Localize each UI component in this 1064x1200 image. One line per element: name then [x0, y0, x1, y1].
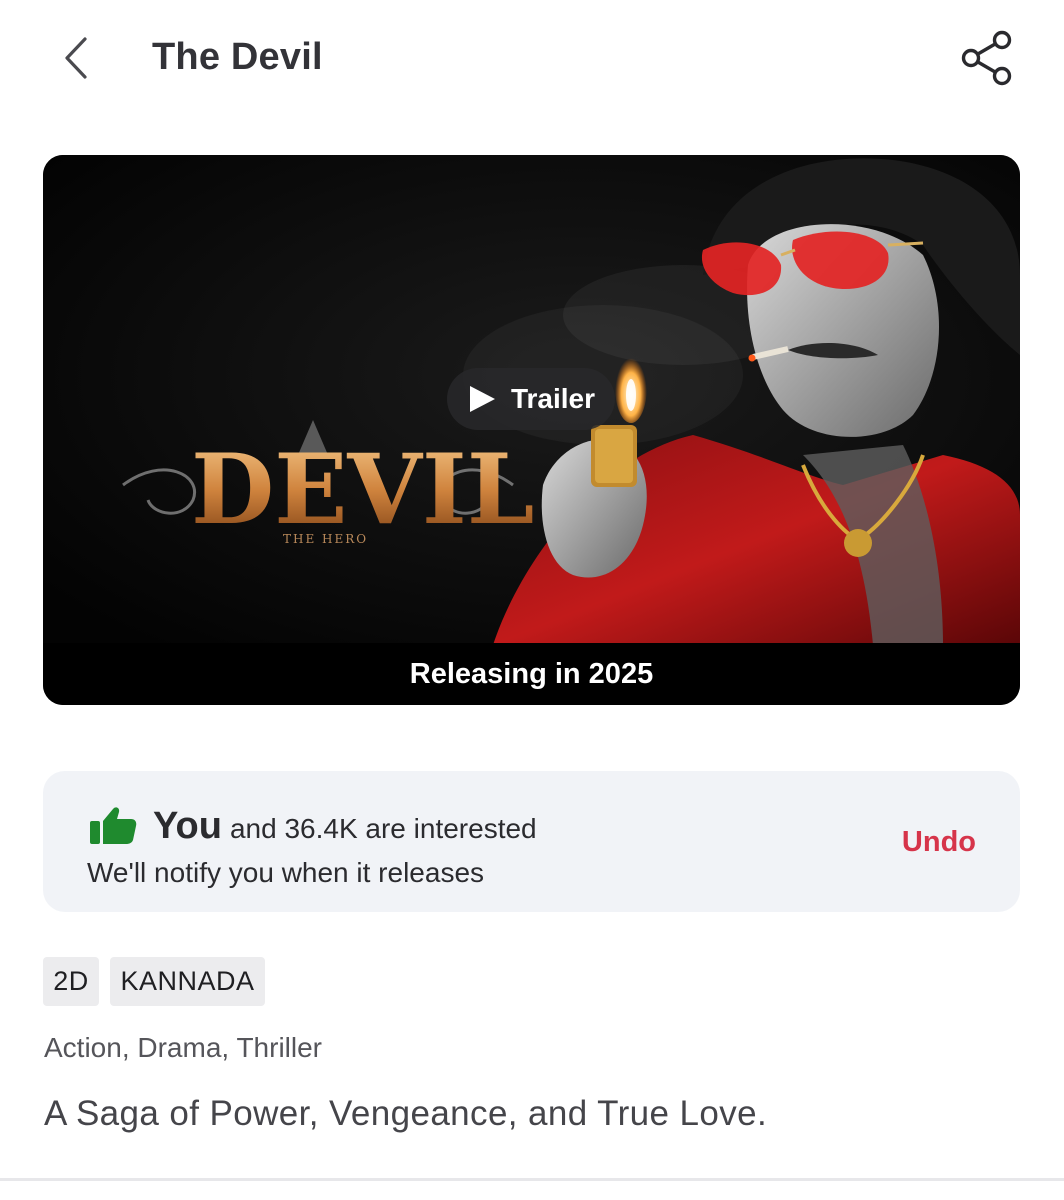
you-label: You	[153, 805, 222, 847]
poster-logo-subtitle: THE HERO	[283, 532, 368, 546]
movie-detail-screen: The Devil DEVIL THE HERO Trailer Releasi…	[0, 0, 1064, 1200]
movie-tagline: A Saga of Power, Vengeance, and True Lov…	[44, 1094, 768, 1133]
release-banner: Releasing in 2025	[43, 643, 1020, 705]
share-icon	[961, 30, 1012, 86]
share-button[interactable]	[956, 26, 1018, 90]
format-tag: 2D	[43, 957, 99, 1006]
top-bar: The Devil	[0, 0, 1064, 118]
trailer-button[interactable]: Trailer	[447, 368, 615, 430]
release-text: Releasing in 2025	[409, 657, 654, 690]
genre-list: Action, Drama, Thriller	[44, 1032, 323, 1063]
interest-card: You and 36.4K are interested We'll notif…	[43, 771, 1020, 912]
poster-logo: DEVIL	[191, 433, 534, 546]
notify-message: We'll notify you when it releases	[87, 857, 485, 888]
thumbs-up-icon	[90, 807, 137, 844]
play-icon	[469, 386, 495, 412]
back-button[interactable]	[52, 30, 100, 86]
interest-summary: You and 36.4K are interested	[153, 805, 537, 848]
movie-poster-banner[interactable]: DEVIL THE HERO Trailer Releasing in 2025	[43, 155, 1020, 705]
chevron-left-icon	[65, 37, 87, 79]
trailer-label: Trailer	[510, 383, 596, 414]
undo-button[interactable]: Undo	[902, 826, 976, 859]
interest-count: and 36.4K are interested	[229, 813, 537, 844]
language-tag: KANNADA	[110, 957, 265, 1006]
divider	[0, 1178, 1064, 1181]
page-title: The Devil	[152, 36, 323, 78]
